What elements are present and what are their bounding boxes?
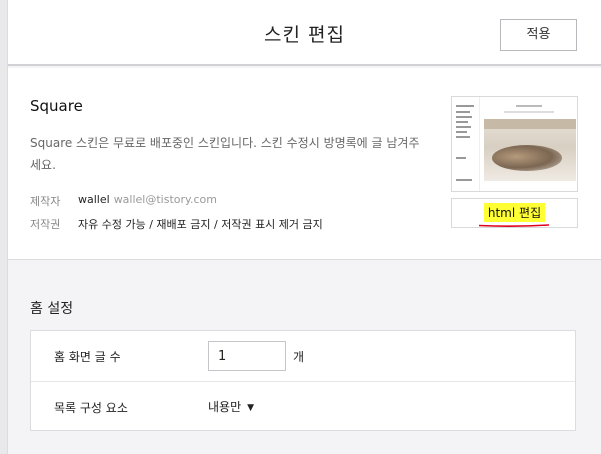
skin-info-panel: Square Square 스킨은 무료로 배포중인 스킨입니다. 스킨 수정시…: [8, 68, 601, 260]
list-composition-label: 목록 구성 요소: [54, 401, 128, 415]
html-edit-label: html 편집: [483, 203, 546, 222]
home-settings-title: 홈 설정: [30, 301, 74, 317]
row-divider: [31, 381, 575, 382]
home-settings-panel: 홈 화면 글 수 개 목록 구성 요소 내용만 ▼: [30, 330, 576, 431]
creator-name: wallel: [78, 193, 110, 206]
creator-value: wallel wallel@tistory.com: [78, 193, 217, 206]
copyright-value: 자유 수정 가능 / 재배포 금지 / 저작권 표시 제거 금지: [78, 218, 323, 231]
caret-down-icon: ▼: [247, 403, 255, 413]
post-count-label: 홈 화면 글 수: [54, 350, 121, 364]
creator-label: 제작자: [30, 195, 61, 208]
skin-preview-thumbnail[interactable]: [451, 96, 578, 192]
header-bar: 스킨 편집 적용: [8, 0, 601, 66]
copyright-label: 저작권: [30, 218, 61, 231]
red-underline-annotation: [478, 224, 550, 227]
post-count-unit: 개: [293, 350, 305, 364]
skin-description: Square 스킨은 무료로 배포중인 스킨입니다. 스킨 수정시 방명록에 글…: [30, 136, 420, 172]
creator-email: wallel@tistory.com: [113, 193, 217, 206]
list-composition-value: 내용만: [208, 400, 242, 414]
thumbnail-cat-photo: [484, 119, 576, 181]
thumbnail-sidebar: [452, 97, 480, 191]
skin-name: Square: [30, 97, 83, 115]
left-panel-edge: [0, 0, 8, 454]
apply-button[interactable]: 적용: [500, 19, 577, 51]
post-count-input[interactable]: [208, 341, 286, 371]
list-composition-select[interactable]: 내용만 ▼: [208, 398, 254, 415]
